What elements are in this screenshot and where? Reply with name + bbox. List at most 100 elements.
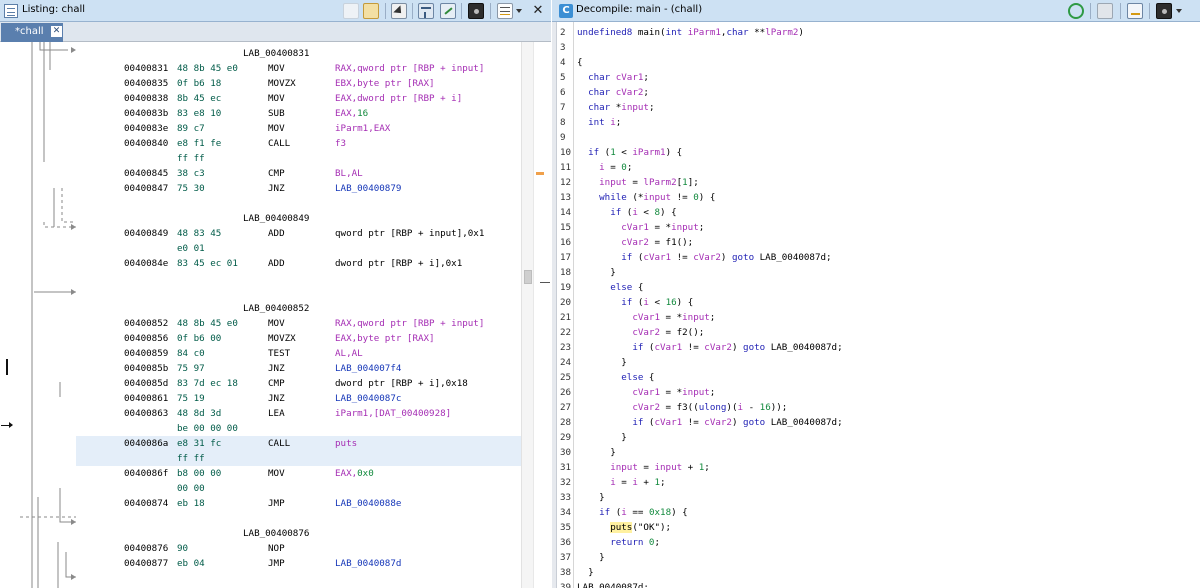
code-token[interactable]: != xyxy=(671,192,693,203)
code-token[interactable]: ) { xyxy=(677,297,694,308)
copy-icon[interactable] xyxy=(343,3,359,19)
instruction-bytes-continued[interactable]: ff ff xyxy=(76,151,521,166)
dropdown-arrow-icon[interactable] xyxy=(1176,9,1182,13)
code-token[interactable]: cVar2 xyxy=(577,327,660,338)
code-line[interactable]: input = lParm2[1]; xyxy=(577,175,699,190)
code-line[interactable]: input = input + 1; xyxy=(577,460,710,475)
code-token[interactable]: ) { xyxy=(666,147,683,158)
code-token[interactable]: iParm1 xyxy=(632,147,665,158)
code-line[interactable]: cVar1 = *input; xyxy=(577,220,704,235)
code-line[interactable]: cVar1 = *input; xyxy=(577,385,715,400)
code-token[interactable]: if xyxy=(577,507,616,518)
code-token[interactable]: while xyxy=(577,192,632,203)
operand-token[interactable]: LAB_00400879 xyxy=(335,183,401,194)
instruction-row[interactable]: 00400863 48 8d 3d LEA iParm1,[DAT_00400928] xyxy=(76,406,521,421)
code-token[interactable]: 1 xyxy=(610,147,621,158)
code-token[interactable]: input xyxy=(643,192,671,203)
code-token[interactable]: else xyxy=(577,372,649,383)
code-token[interactable]: = xyxy=(638,462,655,473)
code-token[interactable]: 16 xyxy=(760,402,771,413)
code-line[interactable]: char cVar2; xyxy=(577,85,649,100)
code-token[interactable]: } xyxy=(577,267,616,278)
code-token[interactable]: ; xyxy=(649,102,655,113)
code-token[interactable]: cVar1 xyxy=(654,342,682,353)
code-token[interactable]: goto xyxy=(743,342,771,353)
code-token[interactable]: ; xyxy=(826,252,832,263)
instruction-row[interactable]: 00400861 75 19 JNZ LAB_0040087c xyxy=(76,391,521,406)
code-line[interactable]: int i; xyxy=(577,115,621,130)
blank-row[interactable] xyxy=(76,511,521,526)
operand-token[interactable]: EBX,byte ptr [RAX] xyxy=(335,78,435,89)
code-label-row[interactable]: LAB_00400852 xyxy=(76,301,521,316)
code-token[interactable]: ; xyxy=(627,162,633,173)
operand-token[interactable]: iParm1,EAX xyxy=(335,123,390,134)
code-token[interactable]: main xyxy=(638,27,660,38)
code-token[interactable]: ) xyxy=(732,342,743,353)
code-token[interactable]: input xyxy=(577,177,627,188)
operand-token[interactable]: EAX, xyxy=(335,108,357,119)
blank-row[interactable] xyxy=(76,271,521,286)
operand-token[interactable]: 16 xyxy=(357,108,368,119)
code-label-row[interactable]: LAB_00400831 xyxy=(76,46,521,61)
code-token[interactable]: ; xyxy=(699,222,705,233)
panel-divider[interactable] xyxy=(552,22,557,588)
refresh-icon[interactable] xyxy=(1068,3,1084,19)
instruction-row[interactable]: 00400859 84 c0 TEST AL,AL xyxy=(76,346,521,361)
code-token[interactable]: } xyxy=(577,552,605,563)
bookmark-marker[interactable] xyxy=(536,172,544,175)
code-token[interactable]: = xyxy=(660,327,677,338)
code-token[interactable]: { xyxy=(577,57,583,68)
code-token[interactable]: cVar1 xyxy=(616,72,644,83)
code-token[interactable]: ; xyxy=(643,72,649,83)
code-line[interactable]: } xyxy=(577,490,605,505)
instruction-row[interactable]: 0040086f b8 00 00 MOV EAX,0x0 xyxy=(76,466,521,481)
code-token[interactable]: ]; xyxy=(688,177,699,188)
code-token[interactable]: cVar1 xyxy=(643,252,671,263)
code-token[interactable]: ) xyxy=(798,27,804,38)
code-token[interactable]: if xyxy=(577,342,649,353)
code-token[interactable]: input xyxy=(577,462,638,473)
code-token[interactable]: cVar2 xyxy=(704,417,732,428)
code-token[interactable]: LAB_0040087d: xyxy=(577,582,649,588)
operand-token[interactable]: AL,AL xyxy=(335,348,363,359)
code-token[interactable]: ulong xyxy=(699,402,727,413)
code-token[interactable]: )( xyxy=(726,402,737,413)
code-token[interactable]: == xyxy=(627,507,649,518)
code-line[interactable]: return 0; xyxy=(577,535,660,550)
code-token[interactable]: cVar1 xyxy=(654,417,682,428)
code-token[interactable]: cVar2 xyxy=(577,402,660,413)
code-token[interactable]: = xyxy=(605,162,622,173)
code-token[interactable]: puts xyxy=(610,522,633,533)
code-token[interactable]: cVar2 xyxy=(577,237,649,248)
instruction-row[interactable]: 00400838 8b 45 ec MOV EAX,dword ptr [RBP + … xyxy=(76,91,521,106)
operand-token[interactable]: f3 xyxy=(335,138,346,149)
code-token[interactable]: cVar1 xyxy=(577,222,649,233)
operand-token[interactable]: BL,AL xyxy=(335,168,363,179)
operand-token[interactable]: LAB_0040087c xyxy=(335,393,401,404)
instruction-row[interactable]: 0040085d 83 7d ec 18 CMP dword ptr [RBP + i… xyxy=(76,376,521,391)
code-token[interactable]: + xyxy=(638,477,655,488)
code-token[interactable]: goto xyxy=(743,417,771,428)
code-token[interactable]: char xyxy=(577,102,616,113)
code-token[interactable]: f2 xyxy=(677,327,688,338)
code-token[interactable]: { xyxy=(638,282,644,293)
code-line[interactable]: LAB_0040087d: xyxy=(577,580,649,588)
code-line[interactable]: if (i == 0x18) { xyxy=(577,505,688,520)
decompiled-code[interactable]: undefined8 main(int iParm1,char **lParm2… xyxy=(576,22,1196,588)
operand-token[interactable]: qword ptr [RBP + input],0x1 xyxy=(335,228,484,239)
code-token[interactable]: ** xyxy=(754,27,765,38)
code-token[interactable]: 0x18 xyxy=(649,507,671,518)
field-layout-icon[interactable] xyxy=(418,3,434,19)
code-token[interactable]: ; xyxy=(616,117,622,128)
code-token[interactable]: != xyxy=(682,417,704,428)
disassembly-listing[interactable]: LAB_00400831 00400831 48 8b 45 e0 MOV RAX,qw… xyxy=(76,42,521,588)
operand-token[interactable]: RAX,qword ptr [RBP + input] xyxy=(335,318,484,329)
code-token[interactable]: lParm2 xyxy=(765,27,798,38)
code-token[interactable]: if xyxy=(577,297,638,308)
instruction-bytes-continued[interactable]: 00 00 xyxy=(76,481,521,496)
code-token[interactable]: ) { xyxy=(699,192,716,203)
instruction-row[interactable]: 00400874 eb 18 JMP LAB_0040088e xyxy=(76,496,521,511)
code-token[interactable]: < xyxy=(638,207,655,218)
code-token[interactable]: + xyxy=(682,462,699,473)
code-token[interactable]: = * xyxy=(660,387,683,398)
